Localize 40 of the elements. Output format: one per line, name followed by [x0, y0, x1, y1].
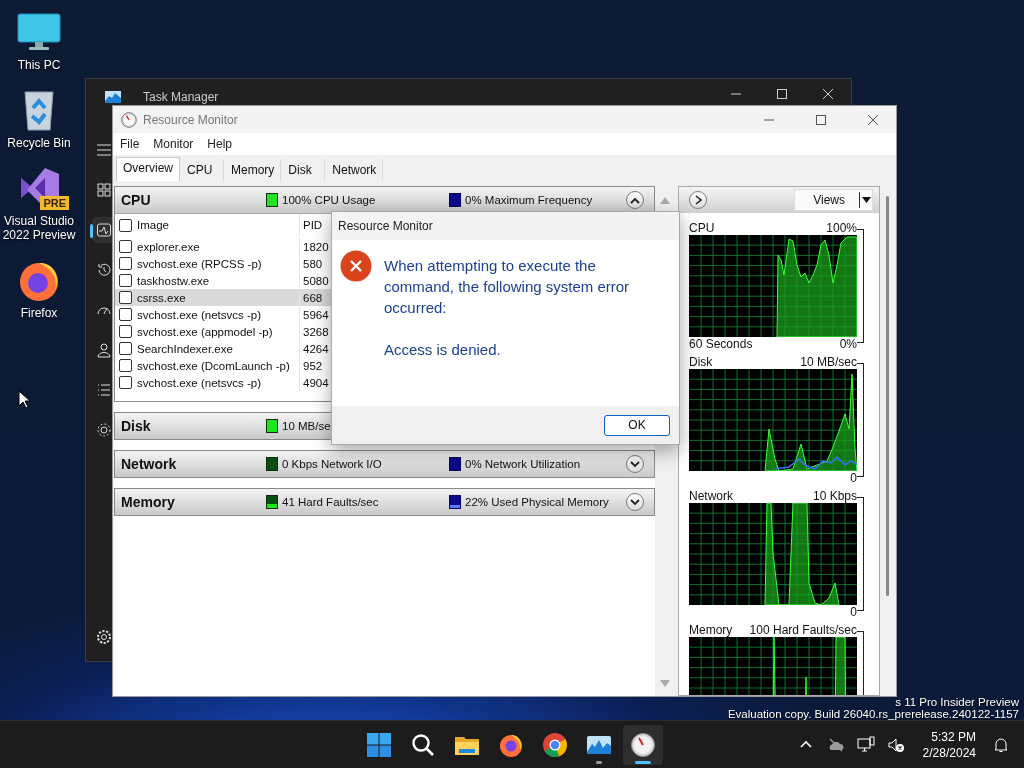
evaluation-notice: Evaluation copy. Build 26040.rs_prerelease.240122-1157: [727, 708, 1019, 720]
graph-title: Disk: [689, 355, 713, 369]
error-message: When attempting to execute the command, the following system error occurred:: [384, 256, 631, 318]
graph-scale: 10 MB/sec: [800, 355, 857, 369]
graph-minimum: 0: [850, 471, 857, 485]
table-cell: svchost.exe (appmodel -p): [137, 325, 273, 338]
time-span-label: 60 Seconds: [689, 337, 753, 351]
stat-text: 0% Maximum Frequency: [465, 194, 593, 206]
graph-minimum: 0: [850, 605, 857, 619]
table-cell: explorer.exe: [137, 240, 200, 253]
table-cell: svchost.exe (netsvcs -p): [137, 376, 261, 389]
graph-scale: 100%: [826, 221, 857, 235]
stat-text: 100% CPU Usage: [282, 194, 376, 206]
graph-title: Memory: [689, 623, 733, 637]
stat-text: 0% Network Utilization: [465, 458, 581, 470]
section-title: CPU: [121, 192, 152, 208]
table-cell: csrss.exe: [137, 291, 186, 304]
graph-scale: 100 Hard Faults/sec: [749, 623, 857, 637]
table-cell: SearchIndexer.exe: [137, 342, 233, 355]
section-title: Memory: [121, 494, 176, 510]
stat-text: 10 MB/se: [282, 420, 331, 432]
evaluation-notice: s 11 Pro Insider Preview: [895, 697, 1019, 709]
stat-text: 41 Hard Faults/sec: [282, 496, 379, 508]
graph-scale: 10 Kbps: [812, 489, 857, 503]
section-title: Network: [121, 456, 178, 472]
table-cell: svchost.exe (RPCSS -p): [137, 257, 262, 270]
preview-badge: PRE: [40, 196, 69, 210]
table-cell: taskhostw.exe: [137, 274, 210, 287]
graph-title: Network: [689, 489, 733, 503]
dialog-title: Resource Monitor: [332, 212, 679, 240]
window-title: Resource Monitor: [143, 112, 239, 127]
section-title: Disk: [121, 418, 152, 434]
graph-title: CPU: [689, 221, 715, 235]
stat-text: 22% Used Physical Memory: [465, 496, 609, 508]
graph-minimum: 0%: [839, 337, 857, 351]
error-detail: Access is denied.: [384, 340, 502, 360]
stat-text: 0 Kbps Network I/O: [282, 458, 382, 470]
table-cell: svchost.exe (netsvcs -p): [137, 308, 261, 321]
table-cell: svchost.exe (DcomLaunch -p): [137, 359, 290, 372]
window-title: Task Manager: [143, 90, 219, 104]
